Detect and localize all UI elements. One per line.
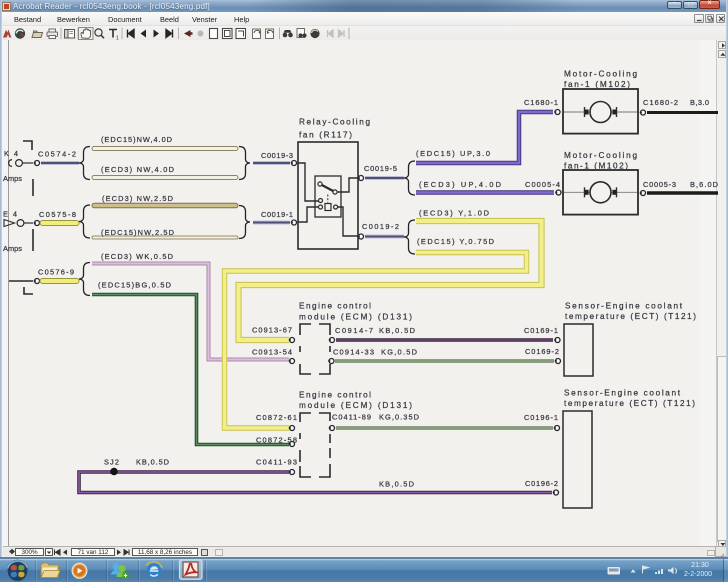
svg-text:Motor-Cooling: Motor-Cooling	[564, 70, 637, 79]
svg-text:Sensor-Engine coolant: Sensor-Engine coolant	[565, 302, 683, 311]
svg-text:C0196-2: C0196-2	[525, 479, 558, 488]
svg-text:(EDC15)BG,0.5D: (EDC15)BG,0.5D	[98, 281, 171, 290]
svg-text:(ECD3) UP,4.0D: (ECD3) UP,4.0D	[419, 180, 501, 189]
svg-text:C0411-89: C0411-89	[332, 413, 371, 422]
svg-text:E 4: E 4	[3, 210, 17, 219]
svg-text:C1680-2: C1680-2	[643, 98, 678, 107]
svg-text:C0914-33: C0914-33	[333, 348, 374, 357]
svg-text:Relay-Cooling: Relay-Cooling	[299, 118, 370, 127]
svg-text:C0913-54: C0913-54	[252, 348, 292, 357]
svg-text:C1680-1: C1680-1	[524, 98, 558, 107]
svg-text:(ECD3) Y,1.0D: (ECD3) Y,1.0D	[419, 209, 489, 218]
svg-text:(EDC15)NW,2.5D: (EDC15)NW,2.5D	[101, 228, 174, 237]
svg-text:(ECD3) NW,4.0D: (ECD3) NW,4.0D	[101, 165, 174, 174]
svg-text:Engine control: Engine control	[299, 302, 371, 311]
svg-text:C0019-1: C0019-1	[261, 210, 293, 219]
svg-text:C0914-7: C0914-7	[335, 326, 373, 335]
svg-text:B,6.0D: B,6.0D	[690, 180, 718, 189]
svg-text:Amps: Amps	[3, 174, 22, 183]
svg-text:(EDC15) UP,3.0: (EDC15) UP,3.0	[416, 149, 490, 158]
svg-text:C0169-2: C0169-2	[525, 347, 559, 356]
svg-text:(ECD3) WK,0.5D: (ECD3) WK,0.5D	[101, 252, 173, 261]
svg-text:C0872-58: C0872-58	[256, 436, 297, 445]
svg-text:KB,0.5D: KB,0.5D	[379, 326, 415, 335]
svg-text:Motor-Cooling: Motor-Cooling	[564, 151, 637, 160]
svg-text:(ECD3) NW,2.5D: (ECD3) NW,2.5D	[102, 194, 173, 203]
svg-text:C0411-93: C0411-93	[256, 458, 297, 467]
svg-text:C0913-67: C0913-67	[252, 326, 292, 335]
svg-text:fan-1 (M102): fan-1 (M102)	[564, 162, 628, 171]
svg-text:C0574-2: C0574-2	[38, 150, 76, 159]
svg-text:C0019-3: C0019-3	[261, 151, 293, 160]
svg-text:KB,0.5D: KB,0.5D	[379, 480, 414, 489]
svg-text:C0005-4: C0005-4	[525, 180, 560, 189]
svg-text:(EDC15)NW,4.0D: (EDC15)NW,4.0D	[101, 135, 172, 144]
svg-text:C0575-8: C0575-8	[39, 210, 76, 219]
svg-text:temperature (ECT) (T121): temperature (ECT) (T121)	[565, 312, 696, 321]
svg-text:C0576-9: C0576-9	[38, 268, 74, 277]
svg-text:KB,0.5D: KB,0.5D	[136, 458, 169, 467]
svg-text:KG,0.5D: KG,0.5D	[381, 348, 417, 357]
svg-text:temperature (ECT) (T121): temperature (ECT) (T121)	[564, 399, 695, 408]
svg-text:Engine control: Engine control	[299, 391, 371, 400]
svg-text:module (ECM) (D131): module (ECM) (D131)	[299, 401, 412, 410]
svg-text:Amps: Amps	[3, 244, 22, 253]
svg-text:C0872-61: C0872-61	[256, 413, 297, 422]
svg-text:fan-1 (M102): fan-1 (M102)	[564, 80, 630, 89]
svg-text:(EDC15) Y,0.75D: (EDC15) Y,0.75D	[417, 237, 494, 246]
svg-text:C0005-3: C0005-3	[643, 180, 676, 189]
svg-text:module (ECM) (D131): module (ECM) (D131)	[299, 313, 412, 322]
svg-text:C0019-5: C0019-5	[364, 164, 397, 173]
svg-text:C0019-2: C0019-2	[362, 222, 399, 231]
svg-text:B,3.0: B,3.0	[690, 98, 709, 107]
svg-text:fan (R117): fan (R117)	[299, 131, 352, 140]
svg-text:C0196-1: C0196-1	[524, 413, 558, 422]
svg-text:C0169-1: C0169-1	[524, 326, 558, 335]
svg-text:Sensor-Engine coolant: Sensor-Engine coolant	[564, 389, 681, 398]
svg-text:K 4: K 4	[4, 149, 18, 158]
svg-text:KG,0.35D: KG,0.35D	[379, 413, 419, 422]
svg-text:SJ2: SJ2	[104, 458, 119, 467]
